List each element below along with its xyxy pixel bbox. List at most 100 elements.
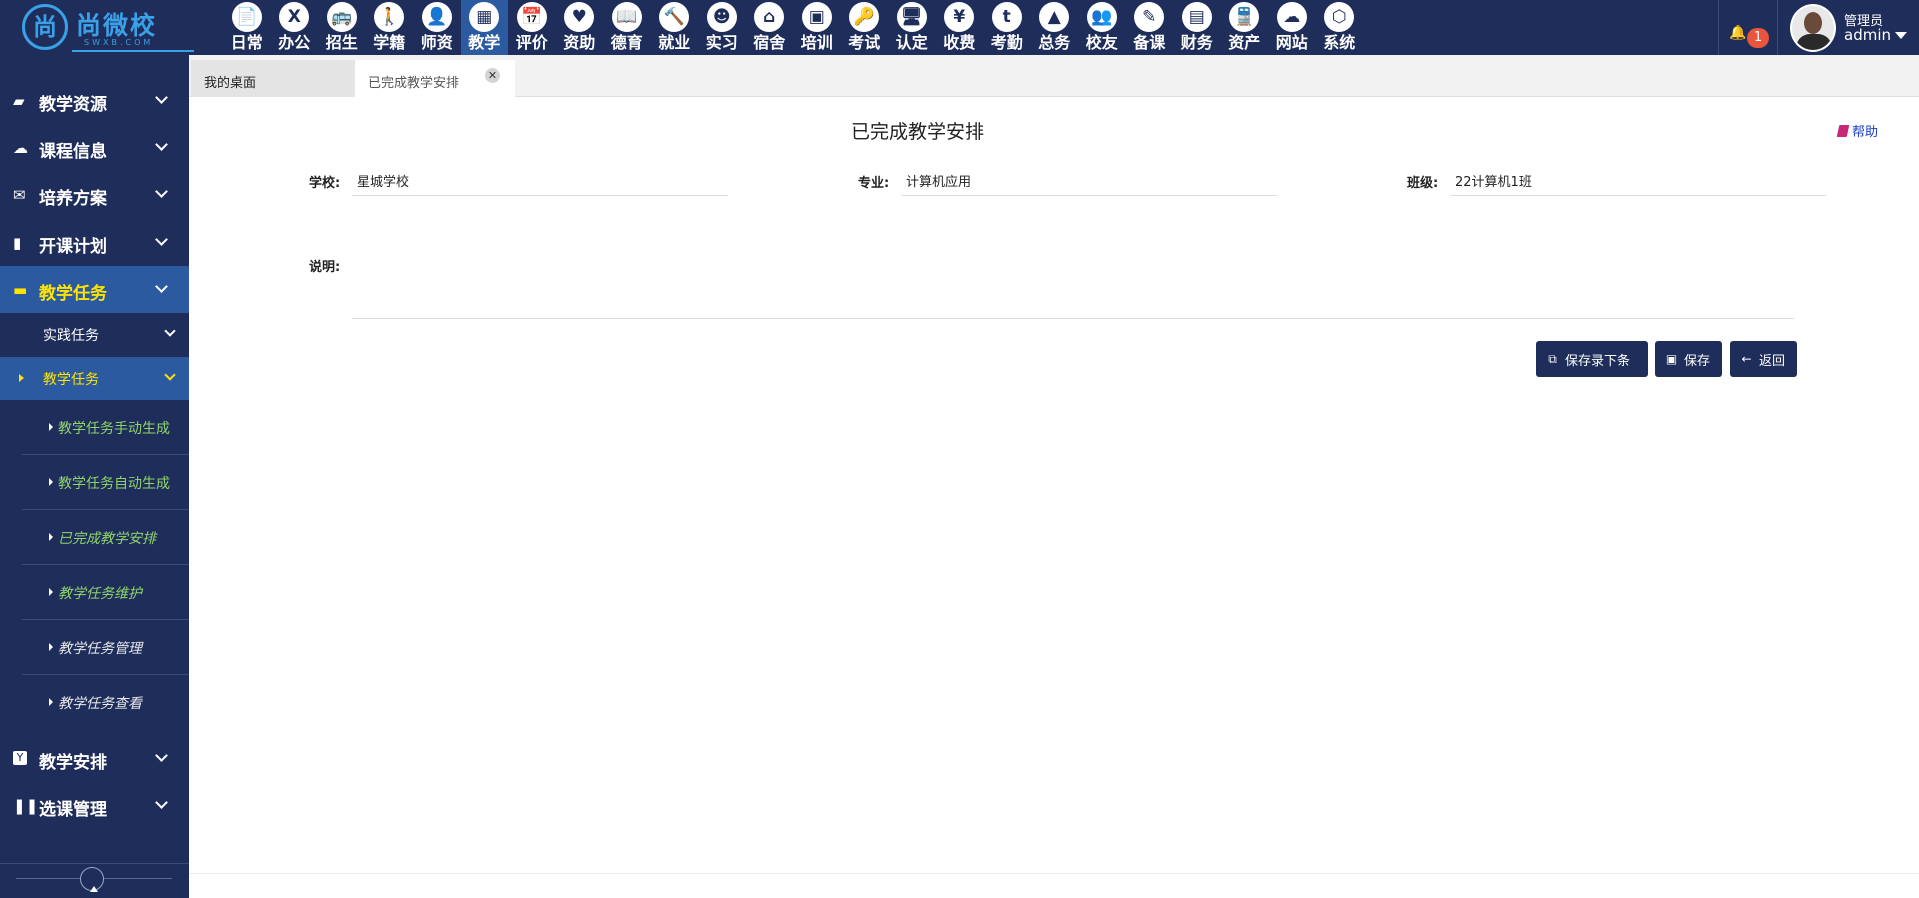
top-bar: 尚 尚微校 SWXB.COM 📄 日常 X 办公 🚌 招生 🚶 学籍 👤 师资 ▦ 教学 📅 评价 ♥ 资助 📖… bbox=[0, 0, 1919, 55]
nav-item-22[interactable]: ☁ 网站 bbox=[1268, 0, 1316, 55]
remark-textarea[interactable] bbox=[352, 247, 1794, 319]
sidebar-leaf-auto-generate[interactable]: 教学任务自动生成 bbox=[22, 455, 189, 510]
nav-item-19[interactable]: ✎ 备课 bbox=[1126, 0, 1174, 55]
nav-item-label: 日常 bbox=[230, 33, 263, 52]
sidebar-leaf-task-view[interactable]: 教学任务查看 bbox=[22, 675, 189, 730]
avatar[interactable] bbox=[1790, 4, 1836, 52]
nav-item-1[interactable]: X 办公 bbox=[271, 0, 319, 55]
sidebar-leaf-label: 教学任务维护 bbox=[58, 586, 142, 602]
user-menu-caret-icon[interactable] bbox=[1895, 32, 1907, 39]
major-field[interactable]: 计算机应用 bbox=[901, 164, 1277, 196]
sidebar-sub-teaching-tasks[interactable]: 教学任务 bbox=[0, 357, 189, 400]
robot-icon: ☻ bbox=[706, 2, 737, 32]
sidebar-item-label: 教学任务 bbox=[39, 284, 107, 304]
button-label: 保存 bbox=[1684, 353, 1711, 369]
chevron-down-icon bbox=[155, 796, 168, 809]
logo[interactable]: 尚 尚微校 SWXB.COM bbox=[22, 2, 194, 52]
back-button[interactable]: ← 返回 bbox=[1730, 341, 1797, 377]
book-icon: ▰ bbox=[13, 92, 25, 110]
sidebar-item-course-info[interactable]: ☁ 课程信息 bbox=[0, 124, 189, 171]
nav-item-20[interactable]: ▤ 财务 bbox=[1173, 0, 1221, 55]
edit-icon: ✎ bbox=[1134, 2, 1165, 32]
nav-item-10[interactable]: ☻ 实习 bbox=[698, 0, 746, 55]
major-label: 专业: bbox=[858, 176, 890, 191]
nav-item-label: 资助 bbox=[563, 33, 596, 52]
chevron-down-icon bbox=[155, 185, 168, 198]
nav-item-8[interactable]: 📖 德育 bbox=[603, 0, 651, 55]
chart-area-icon: ▲ bbox=[1039, 2, 1070, 32]
save-button[interactable]: ▣ 保存 bbox=[1655, 341, 1722, 377]
nav-item-label: 考试 bbox=[848, 33, 881, 52]
nav-item-7[interactable]: ♥ 资助 bbox=[556, 0, 604, 55]
footer-divider bbox=[189, 873, 1919, 874]
sidebar-item-course-plan[interactable]: ▮ 开课计划 bbox=[0, 219, 189, 266]
calendar-plus-icon: 📅 bbox=[516, 2, 547, 32]
chevron-down-icon bbox=[164, 369, 176, 381]
monitor-icon: 🖥 bbox=[896, 2, 927, 32]
tab-my-desktop[interactable]: 我的桌面 bbox=[191, 60, 355, 97]
chevron-down-icon bbox=[155, 749, 168, 762]
nav-item-12[interactable]: ▣ 培训 bbox=[793, 0, 841, 55]
sidebar: ▰ 教学资源 ☁ 课程信息 ✉ 培养方案 ▮ 开课计划 ▬ 教学任务 实践任务 … bbox=[0, 55, 189, 898]
bus-icon: 🚌 bbox=[326, 2, 357, 32]
key-icon: 🔑 bbox=[849, 2, 880, 32]
nav-item-label: 办公 bbox=[278, 33, 311, 52]
school-field[interactable]: 星城学校 bbox=[352, 164, 728, 196]
nav-item-2[interactable]: 🚌 招生 bbox=[318, 0, 366, 55]
nav-item-label: 评价 bbox=[515, 33, 548, 52]
sidebar-leaf-task-maintenance[interactable]: 教学任务维护 bbox=[22, 565, 189, 620]
sidebar-leaf-completed-arrangement[interactable]: 已完成教学安排 bbox=[22, 510, 189, 565]
nav-item-11[interactable]: ⌂ 宿舍 bbox=[746, 0, 794, 55]
sidebar-item-teaching-resources[interactable]: ▰ 教学资源 bbox=[0, 77, 189, 124]
sidebar-leaf-label: 教学任务手动生成 bbox=[58, 421, 170, 437]
cube-icon: ⬡ bbox=[1324, 2, 1355, 32]
document-icon: 📄 bbox=[231, 2, 262, 32]
sidebar-item-training-plan[interactable]: ✉ 培养方案 bbox=[0, 171, 189, 218]
collapse-arrow-icon[interactable] bbox=[90, 886, 98, 892]
nav-item-18[interactable]: 👥 校友 bbox=[1078, 0, 1126, 55]
nav-item-5[interactable]: ▦ 教学 bbox=[460, 0, 508, 55]
nav-item-14[interactable]: 🖥 认定 bbox=[888, 0, 936, 55]
sidebar-item-teaching-arrangement[interactable]: Y 教学安排 bbox=[0, 735, 189, 782]
nav-item-4[interactable]: 👤 师资 bbox=[413, 0, 461, 55]
nav-item-9[interactable]: 🔨 就业 bbox=[651, 0, 699, 55]
user-name[interactable]: admin bbox=[1844, 26, 1891, 44]
nav-item-23[interactable]: ⬡ 系统 bbox=[1316, 0, 1364, 55]
sidebar-item-teaching-tasks[interactable]: ▬ 教学任务 bbox=[0, 266, 189, 313]
sidebar-item-course-selection[interactable]: ❚❚ 选课管理 bbox=[0, 782, 189, 829]
caret-right-icon bbox=[49, 643, 53, 651]
logo-name: 尚微校 bbox=[76, 11, 158, 40]
sidebar-item-label: 教学安排 bbox=[39, 753, 107, 773]
button-label: 保存录下条 bbox=[1565, 353, 1631, 369]
sidebar-leaf-label: 已完成教学安排 bbox=[58, 531, 156, 547]
caret-right-icon bbox=[19, 374, 24, 382]
sidebar-sub-practice-tasks[interactable]: 实践任务 bbox=[0, 313, 189, 356]
nav-item-15[interactable]: ¥ 收费 bbox=[936, 0, 984, 55]
nav-item-6[interactable]: 📅 评价 bbox=[508, 0, 556, 55]
close-icon[interactable]: ✕ bbox=[485, 68, 500, 83]
save-and-next-button[interactable]: ⧉ 保存录下条 bbox=[1536, 341, 1648, 377]
chevron-down-icon bbox=[155, 280, 168, 293]
sidebar-collapse-bar bbox=[0, 863, 189, 898]
main-content: 已完成教学安排 帮助 学校: 星城学校 专业: 计算机应用 班级: 22计算机1… bbox=[189, 97, 1919, 898]
notifications[interactable]: 🔔 1 bbox=[1718, 0, 1778, 55]
nav-item-16[interactable]: t 考勤 bbox=[983, 0, 1031, 55]
nav-item-label: 认定 bbox=[895, 33, 928, 52]
folder-icon: ▬ bbox=[13, 281, 28, 299]
sidebar-leaf-label: 教学任务自动生成 bbox=[58, 476, 170, 492]
copy-icon: ⧉ bbox=[1548, 351, 1557, 366]
tab-label: 我的桌面 bbox=[204, 76, 257, 91]
help-link[interactable]: 帮助 bbox=[1836, 121, 1878, 140]
nav-item-0[interactable]: 📄 日常 bbox=[223, 0, 271, 55]
sidebar-item-label: 开课计划 bbox=[39, 237, 107, 257]
sidebar-leaf-manual-generate[interactable]: 教学任务手动生成 bbox=[22, 400, 189, 455]
nav-item-3[interactable]: 🚶 学籍 bbox=[366, 0, 414, 55]
sidebar-leaf-task-management[interactable]: 教学任务管理 bbox=[22, 620, 189, 675]
book-icon bbox=[1836, 125, 1850, 137]
nav-item-17[interactable]: ▲ 总务 bbox=[1031, 0, 1079, 55]
nav-item-label: 教学 bbox=[468, 33, 501, 52]
nav-item-13[interactable]: 🔑 考试 bbox=[841, 0, 889, 55]
class-field[interactable]: 22计算机1班 bbox=[1450, 164, 1826, 196]
bell-icon[interactable]: 🔔 bbox=[1729, 26, 1746, 40]
nav-item-21[interactable]: 🚆 资产 bbox=[1221, 0, 1269, 55]
